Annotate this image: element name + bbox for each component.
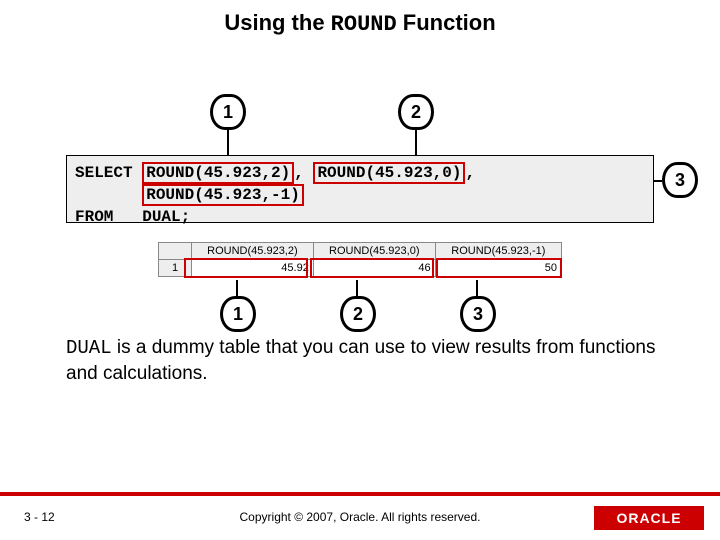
- title-pre: Using the: [224, 10, 330, 35]
- sql-code-block: SELECT ROUND(45.923,2), ROUND(45.923,0),…: [66, 155, 654, 223]
- highlight-box-2: [310, 258, 434, 278]
- sep: ,: [465, 164, 475, 182]
- callout-bubble-1-top: 1: [210, 94, 246, 130]
- result-grid: ROUND(45.923,2) ROUND(45.923,0) ROUND(45…: [158, 242, 562, 277]
- footnote: DUAL is a dummy table that you can use t…: [66, 335, 666, 387]
- callout-label: 3: [675, 170, 685, 190]
- callout-bubble-1-bottom: 1: [220, 296, 256, 332]
- footnote-text: is a dummy table that you can use to vie…: [66, 337, 655, 384]
- footnote-keyword: DUAL: [66, 337, 112, 359]
- col-header-1: ROUND(45.923,2): [192, 243, 314, 260]
- title-keyword: ROUND: [331, 12, 397, 37]
- callout-bubble-3-bottom: 3: [460, 296, 496, 332]
- callout-label: 1: [233, 304, 243, 324]
- title-post: Function: [397, 10, 496, 35]
- callout-bubble-2-bottom: 2: [340, 296, 376, 332]
- callout-label: 3: [473, 304, 483, 324]
- kw-select: SELECT: [75, 164, 142, 182]
- callout-bubble-2-top: 2: [398, 94, 434, 130]
- footer-divider: [0, 492, 720, 496]
- col-header-3: ROUND(45.923,-1): [435, 243, 561, 260]
- expr-round-2: ROUND(45.923,2): [142, 162, 294, 184]
- expr-round-neg1: ROUND(45.923,-1): [142, 184, 304, 206]
- callout-label: 2: [411, 102, 421, 122]
- kw-from: FROM: [75, 208, 142, 226]
- sep: ,: [294, 164, 313, 182]
- highlight-box-3: [436, 258, 562, 278]
- col-header-2: ROUND(45.923,0): [313, 243, 435, 260]
- callout-label: 1: [223, 102, 233, 122]
- pad: [75, 186, 142, 204]
- callout-bubble-3-top: 3: [662, 162, 698, 198]
- callout-label: 2: [353, 304, 363, 324]
- oracle-logo: ORACLE: [594, 506, 704, 530]
- table-header-row: ROUND(45.923,2) ROUND(45.923,0) ROUND(45…: [159, 243, 562, 260]
- tbl-dual: DUAL;: [142, 208, 190, 226]
- highlight-box-1: [184, 258, 308, 278]
- expr-round-0: ROUND(45.923,0): [313, 162, 465, 184]
- rownum-header: [159, 243, 192, 260]
- slide-title: Using the ROUND Function: [0, 10, 720, 37]
- slide: Using the ROUND Function 1 2 3 SELECT RO…: [0, 0, 720, 540]
